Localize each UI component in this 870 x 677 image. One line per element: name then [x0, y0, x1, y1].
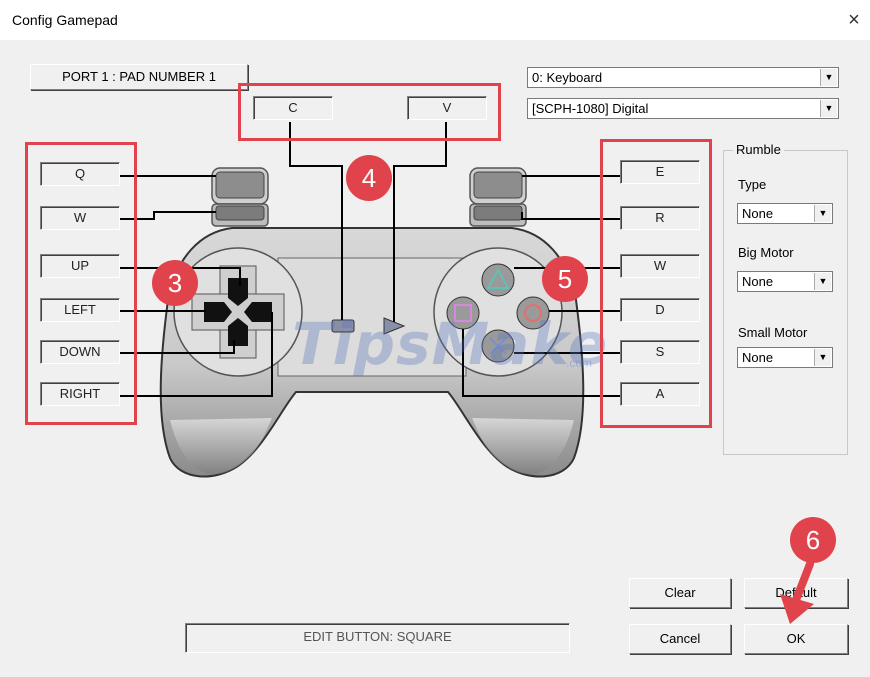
callout-5: 5: [542, 256, 588, 302]
pad-type-select-value: [SCPH-1080] Digital: [532, 101, 649, 116]
big-motor-select[interactable]: None ▼: [737, 271, 833, 292]
type-select-value: None: [742, 206, 774, 221]
small-motor-label: Small Motor: [738, 325, 808, 340]
type-label: Type: [738, 177, 767, 192]
chevron-down-icon[interactable]: ▼: [814, 205, 831, 222]
status-field: EDIT BUTTON: SQUARE: [185, 623, 570, 653]
watermark: TipsMake: [292, 310, 609, 378]
device-select[interactable]: 0: Keyboard ▼: [527, 67, 839, 88]
small-motor-select[interactable]: None ▼: [737, 347, 833, 368]
device-select-value: 0: Keyboard: [532, 70, 603, 85]
highlight-box-left: [25, 142, 137, 425]
type-select[interactable]: None ▼: [737, 203, 833, 224]
highlight-box-right: [600, 139, 712, 428]
red-arrow-icon: [780, 560, 814, 624]
chevron-down-icon[interactable]: ▼: [814, 273, 831, 290]
callout-3: 3: [152, 260, 198, 306]
small-motor-select-value: None: [742, 350, 774, 365]
rumble-title: Rumble: [733, 142, 784, 157]
big-motor-label: Big Motor: [738, 245, 794, 260]
cancel-button[interactable]: Cancel: [629, 624, 731, 654]
rumble-group: [723, 150, 848, 455]
pad-type-select[interactable]: [SCPH-1080] Digital ▼: [527, 98, 839, 119]
callout-6: 6: [790, 517, 836, 563]
chevron-down-icon[interactable]: ▼: [820, 69, 837, 86]
callout-4: 4: [346, 155, 392, 201]
watermark-suffix: .com: [566, 356, 593, 370]
chevron-down-icon[interactable]: ▼: [814, 349, 831, 366]
highlight-box-center: [238, 83, 501, 141]
chevron-down-icon[interactable]: ▼: [820, 100, 837, 117]
clear-button[interactable]: Clear: [629, 578, 731, 608]
big-motor-select-value: None: [742, 274, 774, 289]
